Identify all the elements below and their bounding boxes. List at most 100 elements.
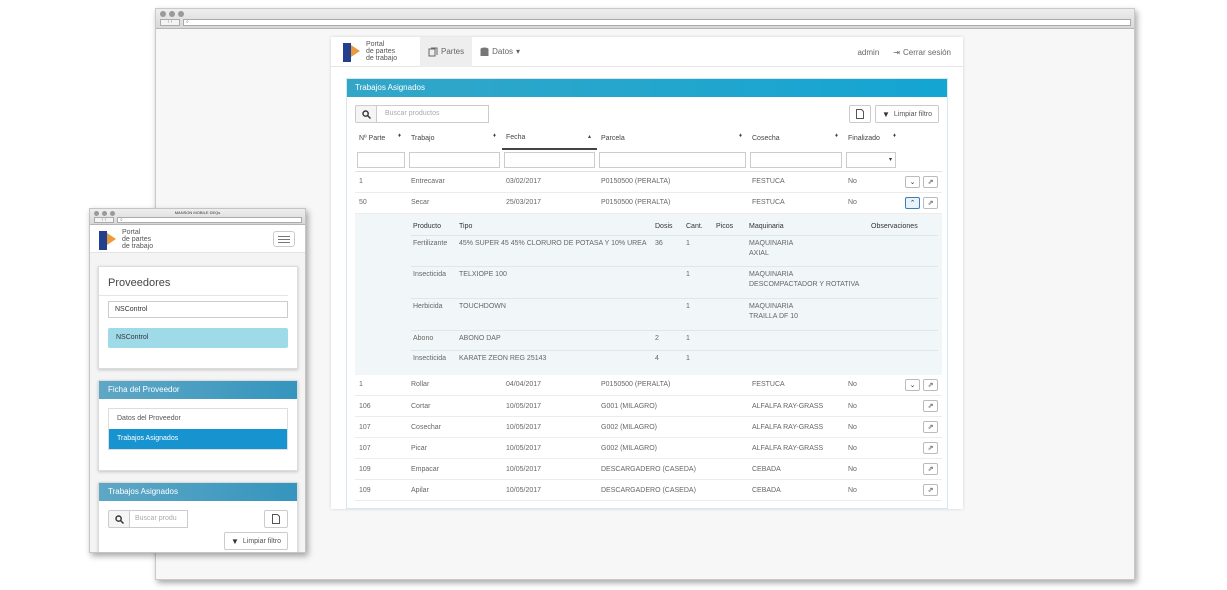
clear-filter-label: Limpiar filtro <box>893 110 932 118</box>
export-pdf-button[interactable] <box>848 105 871 123</box>
provider-list-item[interactable]: NSControl <box>108 328 288 348</box>
search-input[interactable]: Buscar productos <box>377 105 489 123</box>
caret-down-icon: ▾ <box>516 47 521 56</box>
user-name[interactable]: admin <box>857 48 879 57</box>
search-icon <box>114 514 124 524</box>
hamburger-menu-button[interactable] <box>273 231 295 247</box>
mobile-trabajos-card: Trabajos Asignados Buscar produ ▼ Limpia… <box>98 482 298 552</box>
col-header-cosecha[interactable]: Cosecha ♦ <box>748 127 844 149</box>
sub-row: Fertilizante 45% SUPER 45 45% CLORURO DE … <box>411 235 938 267</box>
table-row[interactable]: 109 Empacar 10/05/2017 DESCARGADERO (CASEDA… <box>355 458 942 480</box>
table-row[interactable]: 1 Rollar 04/04/2017 P0150500 (PERALTA) FESTU… <box>355 374 942 396</box>
app-logo[interactable]: Portal de partes de trabajo <box>99 229 160 250</box>
provider-search-input[interactable]: NSControl <box>108 301 288 318</box>
logo-text-line3: de trabajo <box>366 55 398 62</box>
menu-trabajos-asignados[interactable]: Trabajos Asignados <box>109 429 287 449</box>
mobile-search-button[interactable] <box>108 510 130 528</box>
back-forward-buttons[interactable]: ‹ › <box>94 217 114 223</box>
logo-text-line1: Portal <box>366 41 385 48</box>
col-header-nparte[interactable]: Nº Parte ♦ <box>355 127 407 149</box>
back-forward-buttons[interactable]: ‹ › <box>160 19 180 26</box>
pdf-icon <box>855 109 864 119</box>
table-toolbar: Buscar productos ▼ Limpiar filtro <box>347 97 947 127</box>
edit-link-button[interactable]: ⇗ <box>923 400 938 412</box>
filter-finalizado-select[interactable]: ▾ <box>846 151 896 168</box>
col-header-finalizado[interactable]: Finalizado ♦ <box>844 127 898 149</box>
address-bar[interactable]: ⌕ <box>117 217 302 223</box>
external-link-icon: ⇗ <box>927 178 934 186</box>
filter-row: ▾ <box>355 149 942 172</box>
table-row[interactable]: 109 Apilar 10/05/2017 DESCARGADERO (CASEDA)… <box>355 479 942 501</box>
sort-icon: ♦ <box>492 133 496 139</box>
filter-fecha[interactable] <box>504 152 595 169</box>
sub-col-dosis: Dosis <box>655 222 673 230</box>
external-link-icon: ⇗ <box>927 199 934 207</box>
collapse-row-button[interactable]: ⌃ <box>905 196 920 209</box>
chevron-up-icon: ⌃ <box>909 199 916 207</box>
sub-row: Insecticida TELXIOPE 100 1 MAQUINARIA DESCOM… <box>411 266 938 299</box>
menu-datos-proveedor[interactable]: Datos del Proveedor <box>109 409 287 429</box>
tab-datos[interactable]: Datos ▾ <box>472 37 528 67</box>
address-bar[interactable]: ⌕ <box>183 19 1131 26</box>
browser-toolbar: ‹ › ⌕ <box>156 9 1134 29</box>
mobile-clear-filter-button[interactable]: ▼ Limpiar filtro <box>223 532 288 550</box>
window-controls[interactable] <box>160 11 184 17</box>
logout-label: Cerrar sesión <box>902 47 951 57</box>
edit-link-button[interactable]: ⇗ <box>923 442 938 454</box>
pdf-icon <box>272 514 280 524</box>
search-icon: ⌕ <box>186 19 189 25</box>
mobile-export-pdf-button[interactable] <box>264 510 288 528</box>
mobile-window-title: MANSON MOBILE DEQs <box>174 210 221 215</box>
expand-row-button[interactable]: ⌄ <box>905 175 920 188</box>
edit-link-button[interactable]: ⇗ <box>923 175 938 188</box>
edit-link-button[interactable]: ⇗ <box>923 196 938 209</box>
filter-cosecha[interactable] <box>750 151 842 168</box>
filter-nparte[interactable] <box>357 151 405 168</box>
expand-row-button[interactable]: ⌄ <box>905 378 920 391</box>
edit-link-button[interactable]: ⇗ <box>923 421 938 433</box>
sub-row: Insecticida KARATE ZEON REG 25143 4 1 <box>411 350 938 371</box>
database-icon <box>480 47 489 56</box>
filter-parcela[interactable] <box>599 151 746 168</box>
expanded-detail-row: Producto Tipo Dosis Cant. Picos Maquinar… <box>355 213 942 375</box>
partes-icon <box>428 47 438 56</box>
edit-link-button[interactable]: ⇗ <box>923 463 938 475</box>
edit-link-button[interactable]: ⇗ <box>923 484 938 496</box>
sub-col-tipo: Tipo <box>459 222 473 230</box>
col-header-trabajo[interactable]: Trabajo ♦ <box>407 127 502 149</box>
table-row[interactable]: 106 Cortar 10/05/2017 G001 (MILAGRO) ALFALFA… <box>355 395 942 417</box>
trabajos-panel: Trabajos Asignados Buscar productos ▼ Li… <box>346 78 948 509</box>
external-link-icon: ⇗ <box>927 445 934 452</box>
col-header-fecha[interactable]: Fecha ▴ <box>502 127 597 150</box>
mobile-browser-toolbar: MANSON MOBILE DEQs ‹ › ⌕ <box>90 209 305 225</box>
search-icon: ⌕ <box>120 217 123 223</box>
table-row[interactable]: 1 Entrecavar 03/02/2017 P0150500 (PERALTA) F… <box>355 171 942 193</box>
tab-datos-label: Datos <box>492 47 514 56</box>
sort-icon: ♦ <box>738 133 742 139</box>
sub-row: Abono ABONO DAP 2 1 <box>411 330 938 351</box>
filter-trabajo[interactable] <box>409 151 500 168</box>
sub-row: Herbicida TOUCHDOWN 1 MAQUINARIA TRAILLA DF … <box>411 298 938 331</box>
clear-filter-button[interactable]: ▼ Limpiar filtro <box>874 105 939 123</box>
app-logo[interactable]: Portal de partes de trabajo <box>343 41 404 62</box>
external-link-icon: ⇗ <box>927 424 934 431</box>
ficha-proveedor-card: Ficha del Proveedor Datos del Proveedor … <box>98 380 298 471</box>
mobile-navbar: Portal de partes de trabajo <box>90 226 305 253</box>
top-navbar: Portal de partes de trabajo Partes Datos… <box>331 36 963 67</box>
mobile-search-input[interactable]: Buscar produ <box>130 510 188 528</box>
external-link-icon: ⇗ <box>927 466 934 473</box>
trabajos-table: Nº Parte ♦ Trabajo ♦ Fecha ▴ Parcela ♦ Cosec… <box>355 127 942 501</box>
col-header-parcela[interactable]: Parcela ♦ <box>597 127 748 149</box>
filter-icon: ▼ <box>230 536 239 546</box>
productos-subtable: Producto Tipo Dosis Cant. Picos Maquinar… <box>411 218 938 371</box>
table-row[interactable]: 50 Secar 25/03/2017 P0150500 (PERALTA) FESTU… <box>355 192 942 214</box>
search-button[interactable] <box>355 105 377 123</box>
logo-mark-icon <box>343 42 361 62</box>
edit-link-button[interactable]: ⇗ <box>923 378 938 391</box>
table-row[interactable]: 107 Picar 10/05/2017 G002 (MILAGRO) ALFALFA … <box>355 437 942 459</box>
table-row[interactable]: 107 Cosechar 10/05/2017 G002 (MILAGRO) ALFAL… <box>355 416 942 438</box>
filter-icon: ▼ <box>881 109 890 119</box>
tab-partes[interactable]: Partes <box>420 36 473 67</box>
sub-col-producto: Producto <box>413 222 442 230</box>
logout-link[interactable]: ⇥ Cerrar sesión <box>893 48 951 57</box>
